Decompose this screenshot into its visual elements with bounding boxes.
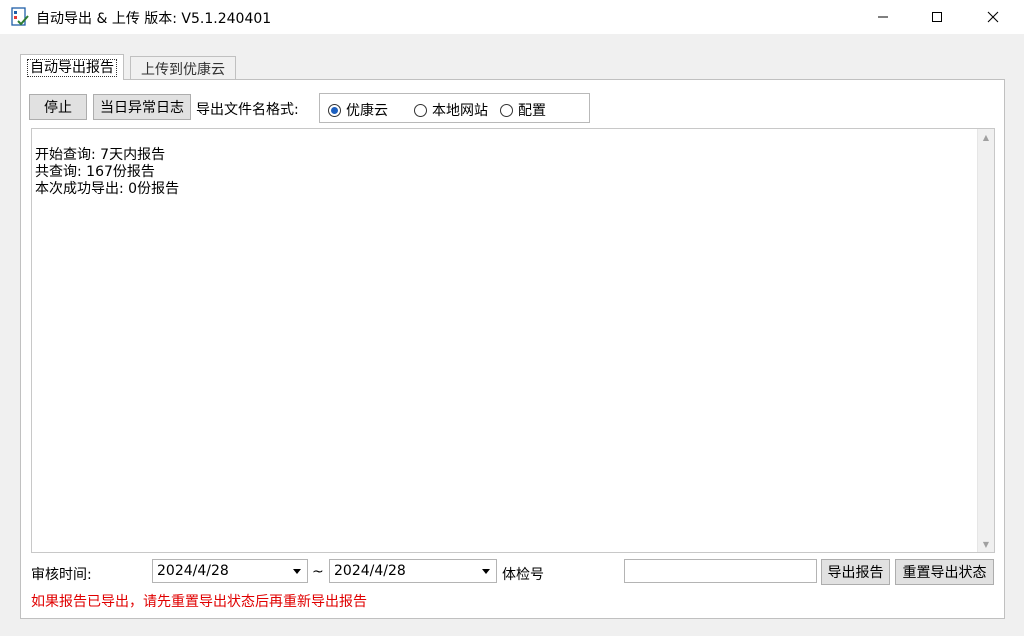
date-from-value: 2024/4/28: [157, 563, 229, 579]
radio-unselected-icon: [500, 103, 513, 117]
auto-export-panel: 停止 当日异常日志 导出文件名格式: 优康云 本地网站 配置 开始查询: 7天内…: [20, 79, 1005, 619]
review-time-label: 审核时间:: [31, 567, 92, 583]
window-title: 自动导出 & 上传 版本: V5.1.240401: [36, 11, 272, 27]
close-icon: [987, 11, 999, 23]
date-to-picker[interactable]: 2024/4/28: [329, 559, 497, 583]
tab-auto-export-label: 自动导出报告: [27, 58, 117, 77]
date-range-separator: ~: [312, 564, 324, 580]
filename-format-label: 导出文件名格式:: [196, 102, 299, 118]
daily-error-log-button[interactable]: 当日异常日志: [93, 94, 191, 120]
maximize-button[interactable]: [914, 0, 960, 34]
radio-youkang-cloud[interactable]: 优康云: [328, 100, 388, 120]
radio-config[interactable]: 配置: [500, 100, 546, 120]
date-to-value: 2024/4/28: [334, 563, 406, 579]
radio-selected-icon: [328, 103, 341, 117]
tab-upload-cloud[interactable]: 上传到优康云: [130, 56, 236, 80]
radio-config-label: 配置: [518, 103, 546, 119]
dropdown-arrow-icon[interactable]: [480, 564, 492, 578]
radio-local-site-label: 本地网站: [432, 103, 488, 119]
close-button[interactable]: [970, 0, 1016, 34]
exam-no-label: 体检号: [502, 567, 544, 583]
log-line: 开始查询: 7天内报告: [35, 147, 166, 163]
scroll-down-arrow-icon[interactable]: ▼: [978, 536, 994, 552]
tab-auto-export[interactable]: 自动导出报告: [20, 54, 124, 80]
log-line: 共查询: 167份报告: [35, 164, 155, 180]
scroll-up-arrow-icon[interactable]: ▲: [978, 129, 994, 145]
minimize-icon: [878, 16, 888, 18]
reset-export-status-button[interactable]: 重置导出状态: [895, 559, 994, 585]
radio-local-site[interactable]: 本地网站: [414, 100, 488, 120]
filename-format-radio-group: 优康云 本地网站 配置: [319, 93, 590, 123]
export-report-button[interactable]: 导出报告: [821, 559, 890, 585]
date-from-picker[interactable]: 2024/4/28: [152, 559, 308, 583]
maximize-icon: [932, 12, 942, 22]
log-textarea[interactable]: 开始查询: 7天内报告 共查询: 167份报告 本次成功导出: 0份报告 ▲ ▼: [31, 128, 995, 553]
radio-youkang-cloud-label: 优康云: [346, 103, 388, 119]
vertical-scrollbar[interactable]: ▲ ▼: [977, 129, 994, 552]
tab-upload-cloud-label: 上传到优康云: [141, 61, 225, 78]
app-window: 自动导出 & 上传 版本: V5.1.240401 自动导出报告 上传到优康云 …: [0, 0, 1024, 636]
exam-no-input[interactable]: [624, 559, 817, 583]
radio-unselected-icon: [414, 103, 427, 117]
log-lines: 开始查询: 7天内报告 共查询: 167份报告 本次成功导出: 0份报告: [35, 147, 179, 198]
stop-button[interactable]: 停止: [29, 94, 87, 120]
dropdown-arrow-icon[interactable]: [291, 564, 303, 578]
app-icon: [10, 7, 30, 27]
minimize-button[interactable]: [860, 0, 906, 34]
log-line: 本次成功导出: 0份报告: [35, 181, 180, 197]
title-bar[interactable]: 自动导出 & 上传 版本: V5.1.240401: [0, 0, 1024, 34]
reexport-warning-text: 如果报告已导出，请先重置导出状态后再重新导出报告: [31, 594, 367, 610]
